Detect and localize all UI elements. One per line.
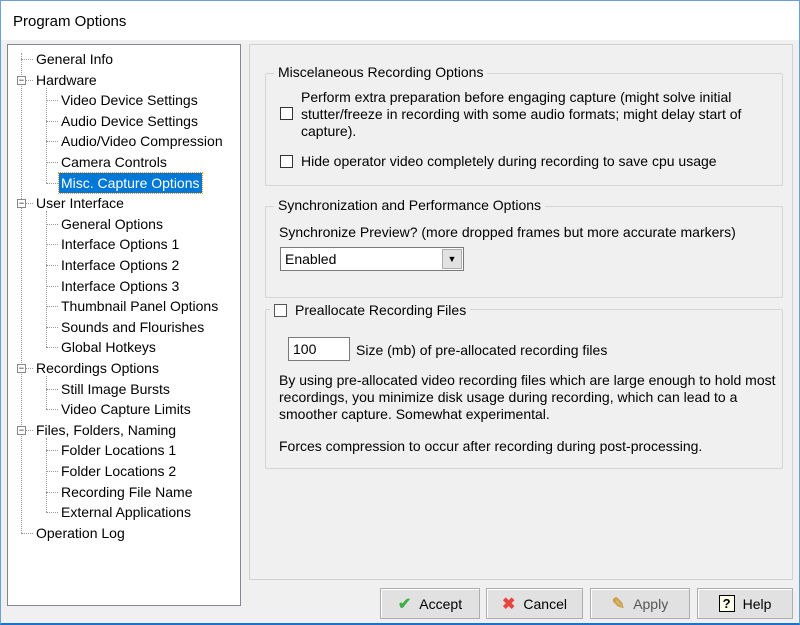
tree-connector <box>46 100 58 102</box>
tree-connector <box>46 285 58 287</box>
tree-item[interactable]: Folder Locations 2 <box>59 461 178 481</box>
preallocate-label: Preallocate Recording Files <box>295 302 467 318</box>
tree-item[interactable]: Operation Log <box>34 523 127 543</box>
hide-operator-video-checkbox[interactable] <box>280 155 293 168</box>
tree-item[interactable]: Audio/Video Compression <box>59 131 225 151</box>
tree-connector <box>46 87 47 183</box>
tree-connector <box>46 388 58 390</box>
sync-performance-group: Synchronization and Performance Options … <box>265 197 783 298</box>
extra-preparation-checkbox[interactable] <box>280 107 293 120</box>
sync-preview-label: Synchronize Preview? (more dropped frame… <box>279 224 736 240</box>
tree-connector <box>46 471 58 472</box>
tree-connector <box>46 223 58 225</box>
collapse-icon[interactable]: − <box>17 75 26 85</box>
tree-item[interactable]: Interface Options 3 <box>59 276 181 296</box>
selected-value: Enabled <box>285 251 337 267</box>
help-button[interactable]: ? Help <box>697 588 793 619</box>
tree-connector <box>46 409 58 411</box>
prealloc-note: Forces compression to occur after record… <box>279 438 703 454</box>
checkmark-icon: ✔ <box>397 595 412 613</box>
button-label: Help <box>742 595 772 612</box>
tree-connector <box>21 59 33 60</box>
tree-connector <box>46 120 58 122</box>
preallocate-checkbox[interactable] <box>274 303 287 317</box>
tree-item[interactable]: Camera Controls <box>59 152 169 172</box>
prealloc-description: By using pre-allocated video recording f… <box>279 372 776 422</box>
options-tree[interactable]: General Info Hardware − Video Device Settin… <box>7 44 241 606</box>
tree-connector <box>46 437 47 513</box>
window-title: Program Options <box>13 13 127 30</box>
tree-connector <box>46 450 58 452</box>
tree-item[interactable]: Recording File Name <box>59 482 195 502</box>
tree-item[interactable]: Hardware <box>34 70 99 90</box>
tree-item[interactable]: Thumbnail Panel Options <box>59 296 220 316</box>
apply-button[interactable]: ✎ Apply <box>590 588 690 619</box>
sync-preview-select[interactable]: Enabled ▼ <box>280 247 464 271</box>
hide-operator-video-label: Hide operator video completely during re… <box>301 153 717 169</box>
tree-connector <box>46 265 58 266</box>
tree-item[interactable]: Video Device Settings <box>59 90 200 110</box>
close-icon: ✖ <box>502 595 516 613</box>
tree-item[interactable]: External Applications <box>59 502 193 522</box>
extra-preparation-label: Perform extra preparation before engagin… <box>301 89 742 139</box>
tree-connector <box>46 512 58 514</box>
collapse-icon[interactable]: − <box>17 425 26 435</box>
tree-connector <box>46 244 58 246</box>
pencil-icon: ✎ <box>611 595 626 613</box>
preallocate-group: Preallocate Recording Files 100 Size (mb… <box>265 302 783 469</box>
tree-item[interactable]: Audio Device Settings <box>59 111 200 131</box>
tree-item[interactable]: Files, Folders, Naming <box>34 420 178 440</box>
tree-connector <box>46 182 58 184</box>
tree-item[interactable]: Interface Options 1 <box>59 234 181 254</box>
tree-connector <box>46 141 58 143</box>
tree-item[interactable]: Interface Options 2 <box>59 255 181 275</box>
prealloc-size-label: Size (mb) of pre-allocated recording fil… <box>356 342 608 358</box>
tree-connector <box>46 162 58 163</box>
tree-item[interactable]: General Options <box>59 214 165 234</box>
tree-item[interactable]: User Interface <box>34 193 126 213</box>
title-bar: Program Options <box>0 0 800 40</box>
cancel-button[interactable]: ✖ Cancel <box>486 588 583 619</box>
group-title: Synchronization and Performance Options <box>274 197 546 213</box>
chevron-down-icon[interactable]: ▼ <box>442 249 462 269</box>
tree-item[interactable]: Sounds and Flourishes <box>59 317 206 337</box>
button-label: Cancel <box>523 595 567 612</box>
tree-item[interactable]: Still Image Bursts <box>59 379 172 399</box>
tree-connector <box>46 491 58 493</box>
preallocate-legend: Preallocate Recording Files <box>270 302 471 318</box>
help-icon: ? <box>718 595 735 612</box>
prealloc-size-input[interactable]: 100 <box>288 337 350 361</box>
tree-item[interactable]: Recordings Options <box>34 358 161 378</box>
tree-connector <box>46 306 58 308</box>
collapse-icon[interactable]: − <box>17 199 26 209</box>
button-label: Apply <box>633 595 669 612</box>
tree-item[interactable]: Folder Locations 1 <box>59 440 178 460</box>
options-panel: Miscelaneous Recording Options Perform e… <box>249 44 793 580</box>
tree-item[interactable]: Misc. Capture Options <box>58 171 203 194</box>
misc-recording-group: Miscelaneous Recording Options Perform e… <box>265 64 783 186</box>
collapse-icon[interactable]: − <box>17 364 26 373</box>
tree-item[interactable]: Video Capture Limits <box>59 399 193 419</box>
button-label: Accept <box>419 595 463 612</box>
group-title: Miscelaneous Recording Options <box>274 64 488 80</box>
tree-connector <box>46 326 58 328</box>
tree-connector <box>46 347 58 349</box>
tree-connector <box>21 53 22 533</box>
accept-button[interactable]: ✔ Accept <box>380 588 480 619</box>
tree-item[interactable]: General Info <box>34 49 115 69</box>
tree-connector <box>46 376 47 410</box>
tree-item[interactable]: Global Hotkeys <box>59 337 158 357</box>
tree-connector <box>21 532 33 534</box>
